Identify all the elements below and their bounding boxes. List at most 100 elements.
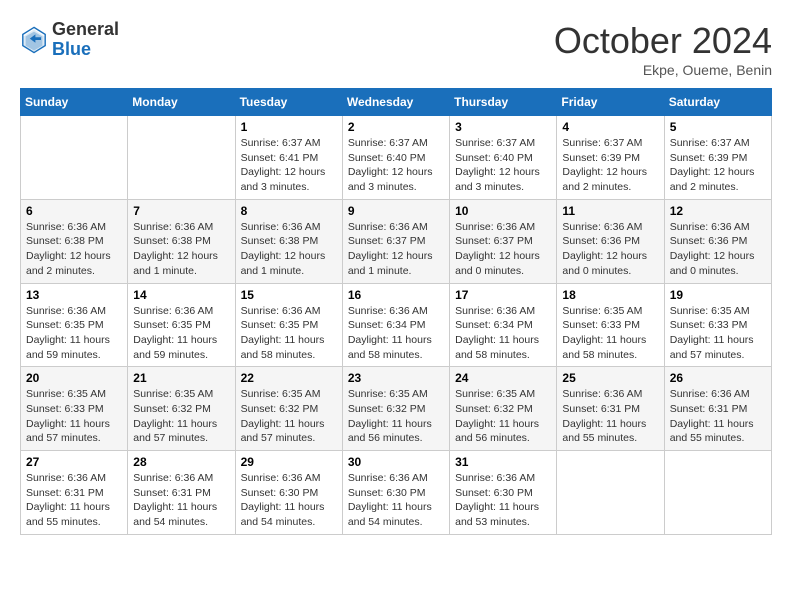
logo-blue: Blue bbox=[52, 40, 119, 60]
calendar-cell: 7 Sunrise: 6:36 AM Sunset: 6:38 PM Daylig… bbox=[128, 199, 235, 283]
calendar-table: SundayMondayTuesdayWednesdayThursdayFrid… bbox=[20, 88, 772, 535]
calendar-cell: 15 Sunrise: 6:36 AM Sunset: 6:35 PM Dayli… bbox=[235, 283, 342, 367]
logo: General Blue bbox=[20, 20, 119, 60]
calendar-cell: 4Sunrise: 6:37 AM Sunset: 6:39 PM Daylig… bbox=[557, 116, 664, 200]
day-info: Sunrise: 6:36 AM Sunset: 6:34 PM Dayligh… bbox=[455, 304, 551, 363]
logo-text: General Blue bbox=[52, 20, 119, 60]
day-number: 10 bbox=[455, 204, 551, 218]
calendar-cell: 9Sunrise: 6:36 AM Sunset: 6:37 PM Daylig… bbox=[342, 199, 449, 283]
day-number: 29 bbox=[241, 455, 337, 469]
calendar-cell: 2Sunrise: 6:37 AM Sunset: 6:40 PM Daylig… bbox=[342, 116, 449, 200]
calendar-cell: 13 Sunrise: 6:36 AM Sunset: 6:35 PM Dayli… bbox=[21, 283, 128, 367]
day-number: 6 bbox=[26, 204, 122, 218]
calendar-cell: 6Sunrise: 6:36 AM Sunset: 6:38 PM Daylig… bbox=[21, 199, 128, 283]
day-info: Sunrise: 6:35 AM Sunset: 6:32 PM Dayligh… bbox=[241, 387, 337, 446]
calendar-cell: 18 Sunrise: 6:35 AM Sunset: 6:33 PM Dayli… bbox=[557, 283, 664, 367]
day-number: 28 bbox=[133, 455, 229, 469]
calendar-cell: 31 Sunrise: 6:36 AM Sunset: 6:30 PM Dayli… bbox=[450, 451, 557, 535]
calendar-cell: 25 Sunrise: 6:36 AM Sunset: 6:31 PM Dayli… bbox=[557, 367, 664, 451]
calendar-cell: 27Sunrise: 6:36 AM Sunset: 6:31 PM Dayli… bbox=[21, 451, 128, 535]
day-number: 16 bbox=[348, 288, 444, 302]
calendar-cell: 17 Sunrise: 6:36 AM Sunset: 6:34 PM Dayli… bbox=[450, 283, 557, 367]
day-info: Sunrise: 6:36 AM Sunset: 6:38 PM Dayligh… bbox=[133, 220, 229, 279]
day-info: Sunrise: 6:36 AM Sunset: 6:31 PM Dayligh… bbox=[26, 471, 122, 530]
day-number: 23 bbox=[348, 371, 444, 385]
logo-general: General bbox=[52, 20, 119, 40]
day-info: Sunrise: 6:36 AM Sunset: 6:31 PM Dayligh… bbox=[562, 387, 658, 446]
calendar-cell: 24 Sunrise: 6:35 AM Sunset: 6:32 PM Dayli… bbox=[450, 367, 557, 451]
day-info: Sunrise: 6:36 AM Sunset: 6:35 PM Dayligh… bbox=[241, 304, 337, 363]
calendar-cell: 11 Sunrise: 6:36 AM Sunset: 6:36 PM Dayli… bbox=[557, 199, 664, 283]
day-number: 19 bbox=[670, 288, 766, 302]
calendar-week-3: 20Sunrise: 6:35 AM Sunset: 6:33 PM Dayli… bbox=[21, 367, 772, 451]
day-info: Sunrise: 6:35 AM Sunset: 6:33 PM Dayligh… bbox=[670, 304, 766, 363]
day-number: 24 bbox=[455, 371, 551, 385]
day-number: 14 bbox=[133, 288, 229, 302]
day-number: 20 bbox=[26, 371, 122, 385]
title-block: October 2024 Ekpe, Oueme, Benin bbox=[554, 20, 772, 78]
day-info: Sunrise: 6:36 AM Sunset: 6:35 PM Dayligh… bbox=[26, 304, 122, 363]
calendar-cell bbox=[128, 116, 235, 200]
day-number: 11 bbox=[562, 204, 658, 218]
day-number: 25 bbox=[562, 371, 658, 385]
day-number: 1 bbox=[241, 120, 337, 134]
day-info: Sunrise: 6:35 AM Sunset: 6:32 PM Dayligh… bbox=[348, 387, 444, 446]
day-info: Sunrise: 6:37 AM Sunset: 6:41 PM Dayligh… bbox=[241, 136, 337, 195]
weekday-header-row: SundayMondayTuesdayWednesdayThursdayFrid… bbox=[21, 89, 772, 116]
calendar-cell bbox=[21, 116, 128, 200]
calendar-header: SundayMondayTuesdayWednesdayThursdayFrid… bbox=[21, 89, 772, 116]
calendar-week-4: 27Sunrise: 6:36 AM Sunset: 6:31 PM Dayli… bbox=[21, 451, 772, 535]
day-number: 18 bbox=[562, 288, 658, 302]
day-info: Sunrise: 6:36 AM Sunset: 6:30 PM Dayligh… bbox=[348, 471, 444, 530]
day-number: 17 bbox=[455, 288, 551, 302]
day-number: 13 bbox=[26, 288, 122, 302]
day-number: 22 bbox=[241, 371, 337, 385]
calendar-cell: 26 Sunrise: 6:36 AM Sunset: 6:31 PM Dayli… bbox=[664, 367, 771, 451]
day-info: Sunrise: 6:37 AM Sunset: 6:40 PM Dayligh… bbox=[455, 136, 551, 195]
weekday-header-friday: Friday bbox=[557, 89, 664, 116]
day-number: 5 bbox=[670, 120, 766, 134]
calendar-cell: 29Sunrise: 6:36 AM Sunset: 6:30 PM Dayli… bbox=[235, 451, 342, 535]
day-info: Sunrise: 6:36 AM Sunset: 6:30 PM Dayligh… bbox=[455, 471, 551, 530]
calendar-cell: 16 Sunrise: 6:36 AM Sunset: 6:34 PM Dayli… bbox=[342, 283, 449, 367]
weekday-header-thursday: Thursday bbox=[450, 89, 557, 116]
day-info: Sunrise: 6:36 AM Sunset: 6:35 PM Dayligh… bbox=[133, 304, 229, 363]
calendar-cell: 5 Sunrise: 6:37 AM Sunset: 6:39 PM Daylig… bbox=[664, 116, 771, 200]
day-number: 30 bbox=[348, 455, 444, 469]
weekday-header-wednesday: Wednesday bbox=[342, 89, 449, 116]
day-info: Sunrise: 6:36 AM Sunset: 6:31 PM Dayligh… bbox=[133, 471, 229, 530]
month-title: October 2024 bbox=[554, 20, 772, 62]
day-info: Sunrise: 6:35 AM Sunset: 6:33 PM Dayligh… bbox=[562, 304, 658, 363]
calendar-week-2: 13 Sunrise: 6:36 AM Sunset: 6:35 PM Dayli… bbox=[21, 283, 772, 367]
day-number: 2 bbox=[348, 120, 444, 134]
day-info: Sunrise: 6:36 AM Sunset: 6:36 PM Dayligh… bbox=[562, 220, 658, 279]
day-number: 15 bbox=[241, 288, 337, 302]
day-info: Sunrise: 6:36 AM Sunset: 6:31 PM Dayligh… bbox=[670, 387, 766, 446]
day-info: Sunrise: 6:36 AM Sunset: 6:36 PM Dayligh… bbox=[670, 220, 766, 279]
day-info: Sunrise: 6:36 AM Sunset: 6:37 PM Dayligh… bbox=[455, 220, 551, 279]
weekday-header-sunday: Sunday bbox=[21, 89, 128, 116]
day-number: 3 bbox=[455, 120, 551, 134]
calendar-cell: 22 Sunrise: 6:35 AM Sunset: 6:32 PM Dayli… bbox=[235, 367, 342, 451]
calendar-cell: 28 Sunrise: 6:36 AM Sunset: 6:31 PM Dayli… bbox=[128, 451, 235, 535]
weekday-header-tuesday: Tuesday bbox=[235, 89, 342, 116]
calendar-week-1: 6 Sunrise: 6:36 AM Sunset: 6:38 PM Daylig… bbox=[21, 199, 772, 283]
day-number: 9 bbox=[348, 204, 444, 218]
calendar-cell: 12 Sunrise: 6:36 AM Sunset: 6:36 PM Dayli… bbox=[664, 199, 771, 283]
day-info: Sunrise: 6:37 AM Sunset: 6:39 PM Dayligh… bbox=[670, 136, 766, 195]
day-number: 31 bbox=[455, 455, 551, 469]
day-number: 26 bbox=[670, 371, 766, 385]
day-info: Sunrise: 6:35 AM Sunset: 6:32 PM Dayligh… bbox=[455, 387, 551, 446]
calendar-week-0: 1 Sunrise: 6:37 AM Sunset: 6:41 PM Daylig… bbox=[21, 116, 772, 200]
calendar-cell: 30 Sunrise: 6:36 AM Sunset: 6:30 PM Dayli… bbox=[342, 451, 449, 535]
day-number: 12 bbox=[670, 204, 766, 218]
day-info: Sunrise: 6:37 AM Sunset: 6:39 PM Dayligh… bbox=[562, 136, 658, 195]
page-header: General Blue October 2024 Ekpe, Oueme, B… bbox=[20, 20, 772, 78]
calendar-body: 1 Sunrise: 6:37 AM Sunset: 6:41 PM Daylig… bbox=[21, 116, 772, 535]
day-info: Sunrise: 6:36 AM Sunset: 6:34 PM Dayligh… bbox=[348, 304, 444, 363]
calendar-cell: 8Sunrise: 6:36 AM Sunset: 6:38 PM Daylig… bbox=[235, 199, 342, 283]
calendar-cell: 3 Sunrise: 6:37 AM Sunset: 6:40 PM Daylig… bbox=[450, 116, 557, 200]
day-info: Sunrise: 6:36 AM Sunset: 6:38 PM Dayligh… bbox=[241, 220, 337, 279]
calendar-cell: 14 Sunrise: 6:36 AM Sunset: 6:35 PM Dayli… bbox=[128, 283, 235, 367]
day-number: 7 bbox=[133, 204, 229, 218]
